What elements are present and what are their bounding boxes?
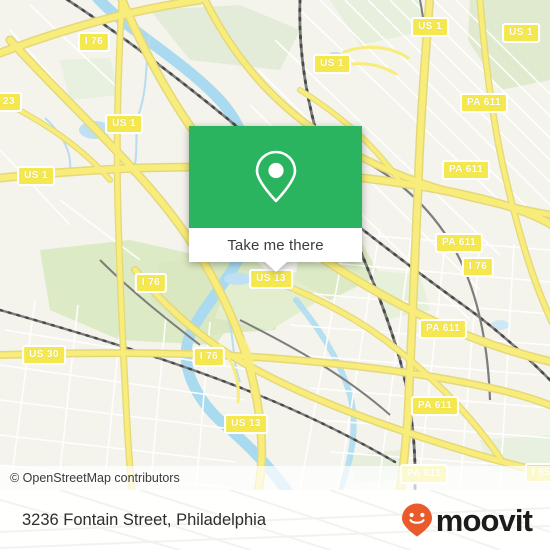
road-shield: PA 611 bbox=[434, 233, 484, 253]
road-shield: I 76 bbox=[77, 32, 111, 52]
road-shield: US 1 bbox=[313, 54, 351, 74]
location-title: 3236 Fontain Street, Philadelphia bbox=[22, 510, 267, 529]
road-shield: PA 611 bbox=[441, 160, 491, 180]
road-shield: PA 611 bbox=[459, 93, 509, 113]
road-shield: US 13 bbox=[224, 414, 268, 434]
road-shield: US 1 bbox=[502, 23, 540, 43]
road-shield: US 1 bbox=[411, 17, 449, 37]
road-shield: US 1 bbox=[105, 114, 143, 134]
road-shield: I 76 bbox=[461, 257, 495, 277]
moovit-logo[interactable]: moovit bbox=[400, 502, 533, 538]
map-pin-icon bbox=[255, 150, 296, 203]
location-popup-card[interactable]: Take me there bbox=[189, 126, 362, 272]
moovit-wordmark: moovit bbox=[435, 502, 533, 538]
moovit-smiley-pin-icon bbox=[401, 503, 432, 537]
map-canvas[interactable]: I 76 US 1 US 1 US 1 PA 611 23 US 1 PA 611 US 1 PA… bbox=[0, 0, 550, 490]
road-shield: I 76 bbox=[134, 273, 168, 293]
popup-icon-panel bbox=[189, 126, 362, 228]
popup-pointer-tail bbox=[264, 262, 287, 272]
road-shield: PA 611 bbox=[410, 396, 460, 416]
road-shield: 23 bbox=[0, 92, 22, 112]
road-shield: I 76 bbox=[192, 347, 226, 367]
take-me-there-button[interactable]: Take me there bbox=[189, 228, 362, 262]
road-shield: US 30 bbox=[22, 345, 66, 365]
moovit-map-screenshot: I 76 US 1 US 1 US 1 PA 611 23 US 1 PA 611 US 1 PA… bbox=[0, 0, 550, 550]
road-shield: PA 611 bbox=[418, 319, 468, 339]
map-attribution[interactable]: © OpenStreetMap contributors bbox=[0, 466, 550, 490]
road-shield: US 1 bbox=[17, 166, 55, 186]
road-shield: US 13 bbox=[249, 269, 293, 289]
footer-bar: 3236 Fontain Street, Philadelphia moovit bbox=[0, 490, 550, 550]
footer-content: 3236 Fontain Street, Philadelphia moovit bbox=[0, 490, 550, 550]
